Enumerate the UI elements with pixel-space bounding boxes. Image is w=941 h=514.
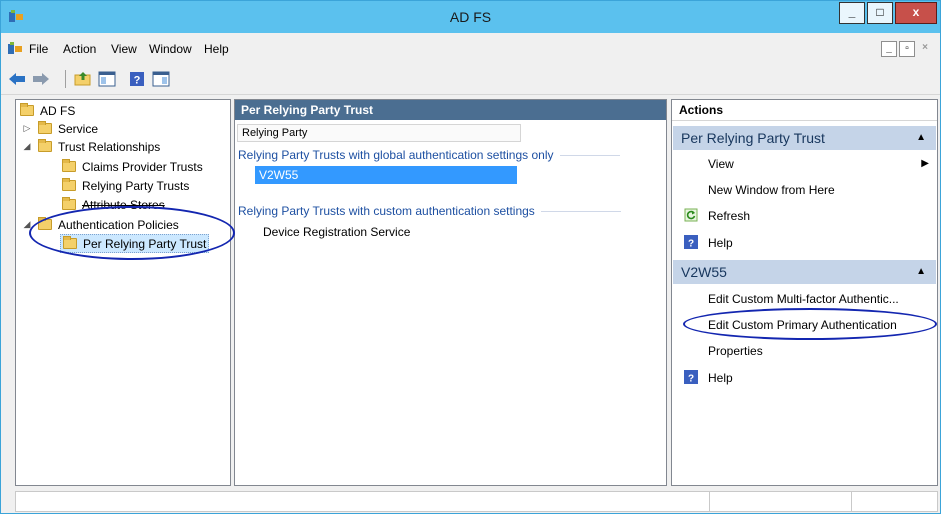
- action-view[interactable]: View: [708, 157, 734, 171]
- list-item-v2w55[interactable]: V2W55: [255, 166, 517, 184]
- help-icon: ?: [684, 370, 698, 384]
- close-button[interactable]: x: [895, 2, 937, 24]
- action-help-v2w55[interactable]: Help: [708, 371, 733, 385]
- annotation-ellipse-edit-custom-primary-authentication: [683, 308, 937, 340]
- tree-label: Relying Party Trusts: [82, 178, 190, 193]
- action-new-window-from-here[interactable]: New Window from Here: [708, 183, 835, 197]
- column-header-relying-party[interactable]: Relying Party: [237, 124, 521, 142]
- action-help[interactable]: Help: [708, 236, 733, 250]
- group-label: Relying Party Trusts with custom authent…: [238, 204, 535, 218]
- menu-window[interactable]: Window: [149, 42, 192, 56]
- list-item-device-registration-service[interactable]: Device Registration Service: [259, 223, 410, 241]
- folder-icon: [62, 197, 76, 210]
- collapse-section-icon[interactable]: ▲: [916, 126, 926, 150]
- help-icon: ?: [684, 235, 698, 249]
- svg-text:?: ?: [134, 75, 141, 87]
- svg-text:?: ?: [688, 239, 694, 250]
- action-edit-custom-multi-factor-authentication[interactable]: Edit Custom Multi-factor Authentic...: [708, 292, 899, 306]
- section-label: Per Relying Party Trust: [681, 130, 825, 146]
- group-header-custom: Relying Party Trusts with custom authent…: [238, 204, 621, 218]
- mdi-minimize-button[interactable]: _: [881, 41, 897, 57]
- group-header-global: Relying Party Trusts with global authent…: [238, 148, 620, 162]
- folder-icon: [62, 159, 76, 172]
- action-refresh[interactable]: Refresh: [708, 209, 750, 223]
- status-bar: [15, 491, 938, 512]
- status-divider: [709, 492, 710, 511]
- tree-label: Claims Provider Trusts: [82, 159, 203, 174]
- action-properties[interactable]: Properties: [708, 344, 763, 358]
- section-label: V2W55: [681, 264, 727, 280]
- folder-icon: [38, 121, 52, 134]
- actions-pane: Actions Per Relying Party Trust ▲ View ▶…: [671, 99, 938, 486]
- mdi-close-button[interactable]: ×: [917, 41, 933, 57]
- tree-item-claims-provider-trusts[interactable]: Claims Provider Trusts: [62, 158, 203, 175]
- actions-section-per-relying-party-trust[interactable]: Per Relying Party Trust ▲: [673, 126, 936, 150]
- expand-icon[interactable]: ▷: [22, 123, 32, 134]
- group-divider: [559, 154, 620, 156]
- mdi-restore-button[interactable]: ▫: [899, 41, 915, 57]
- help-icon[interactable]: ?: [127, 69, 147, 89]
- back-arrow-icon[interactable]: [7, 69, 27, 89]
- folder-icon: [62, 178, 76, 191]
- mdi-controls: _ ▫ ×: [881, 41, 933, 57]
- group-divider: [540, 210, 621, 212]
- results-pane-title: Per Relying Party Trust: [235, 100, 666, 120]
- tree-item-trust-relationships[interactable]: ◢ Trust Relationships: [22, 138, 160, 155]
- title-bar: AD FS _ □ x: [1, 1, 940, 33]
- menu-action[interactable]: Action: [63, 42, 96, 56]
- toolbar-separator: [65, 70, 66, 88]
- adfs-menu-icon[interactable]: [7, 41, 23, 57]
- show-hide-console-tree-icon[interactable]: [97, 69, 117, 89]
- menu-view[interactable]: View: [111, 42, 137, 56]
- tree-label: Service: [58, 121, 99, 136]
- status-divider: [851, 492, 852, 511]
- tree-item-service[interactable]: ▷ Service: [22, 120, 98, 137]
- tree-label: Trust Relationships: [58, 139, 161, 154]
- folder-icon: [20, 103, 34, 116]
- tree-label: AD FS: [40, 103, 76, 118]
- collapse-icon[interactable]: ◢: [22, 141, 32, 152]
- results-pane: Per Relying Party Trust Relying Party Re…: [234, 99, 667, 486]
- refresh-icon: [684, 208, 698, 222]
- console-tree: AD FS ▷ Service ◢ Trust Relationships Cl…: [15, 99, 231, 486]
- maximize-button[interactable]: □: [867, 2, 893, 24]
- forward-arrow-icon[interactable]: [31, 69, 51, 89]
- collapse-section-icon[interactable]: ▲: [916, 260, 926, 284]
- actions-section-v2w55[interactable]: V2W55 ▲: [673, 260, 936, 284]
- minimize-button[interactable]: _: [839, 2, 865, 24]
- folder-icon: [38, 139, 52, 152]
- menu-bar: File Action View Window Help _ ▫ ×: [1, 38, 940, 60]
- show-hide-action-pane-icon[interactable]: [151, 69, 171, 89]
- window-title: AD FS: [449, 9, 492, 25]
- svg-text:?: ?: [688, 374, 694, 385]
- up-folder-icon[interactable]: [73, 69, 93, 89]
- actions-title: Actions: [672, 100, 937, 121]
- tree-item-relying-party-trusts[interactable]: Relying Party Trusts: [62, 177, 189, 194]
- annotation-ellipse-per-relying-party-trust: [29, 206, 235, 260]
- menu-help[interactable]: Help: [204, 42, 229, 56]
- submenu-arrow-icon: ▶: [921, 158, 929, 169]
- menu-file[interactable]: File: [29, 42, 48, 56]
- tree-item-adfs[interactable]: AD FS: [20, 102, 75, 119]
- toolbar: ?: [1, 64, 940, 95]
- group-label: Relying Party Trusts with global authent…: [238, 148, 554, 162]
